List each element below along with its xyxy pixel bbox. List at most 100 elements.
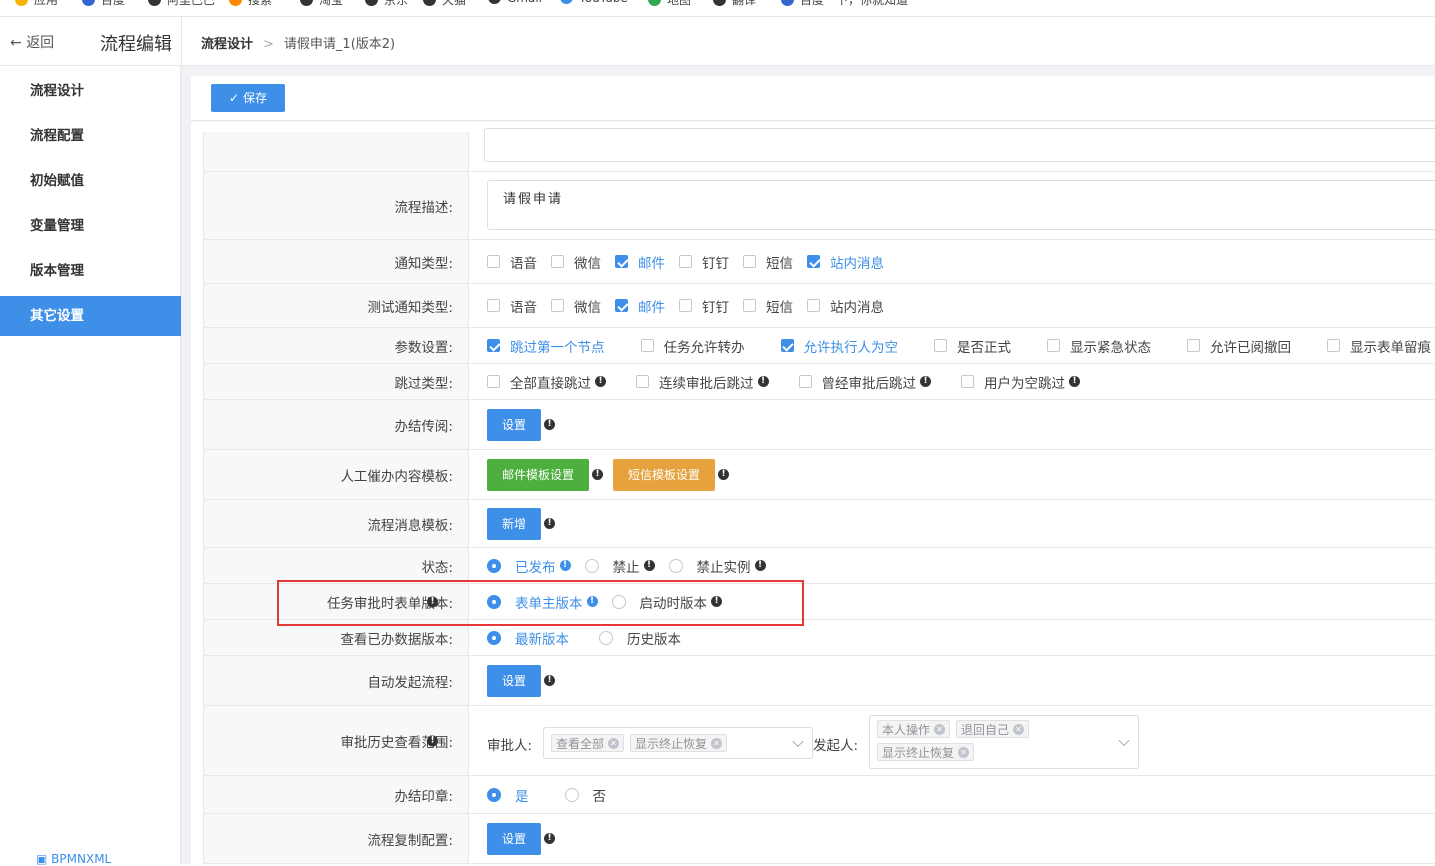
checkbox-option[interactable]: 短信 bbox=[743, 296, 793, 316]
info-icon[interactable]: ! bbox=[920, 376, 931, 387]
checkbox[interactable] bbox=[615, 255, 628, 268]
radio[interactable] bbox=[599, 630, 613, 645]
checkbox-option[interactable]: 站内消息 bbox=[807, 296, 884, 316]
checkbox-option[interactable]: 语音 bbox=[487, 252, 537, 272]
info-icon[interactable]: ! bbox=[718, 469, 730, 480]
checkbox-option[interactable]: 显示紧急状态 bbox=[1047, 336, 1151, 356]
info-icon[interactable]: ! bbox=[757, 376, 769, 387]
checkbox-option[interactable]: 站内消息 bbox=[807, 252, 884, 272]
bookmark-item[interactable]: 应用 bbox=[15, 0, 58, 8]
checkbox[interactable] bbox=[1327, 339, 1340, 352]
auto-start-settings-button[interactable]: 设置 bbox=[487, 664, 542, 697]
checkbox-option[interactable]: 连续审批后跳过! bbox=[636, 372, 769, 392]
back-button[interactable]: ← 返回 bbox=[10, 32, 54, 52]
radio-option[interactable]: 禁止实例! bbox=[668, 556, 766, 576]
radio[interactable] bbox=[564, 787, 579, 802]
checkbox[interactable] bbox=[551, 255, 564, 268]
checkbox-option[interactable]: 允许执行人为空 bbox=[780, 336, 898, 356]
bookmark-item[interactable]: 搜索 bbox=[229, 0, 272, 8]
sidebar-item[interactable]: 流程配置 bbox=[0, 116, 181, 156]
checkbox-option[interactable]: 邮件 bbox=[615, 252, 665, 272]
info-icon[interactable]: ! bbox=[559, 560, 571, 571]
sidebar-item[interactable]: 变量管理 bbox=[0, 206, 181, 246]
checkbox-option[interactable]: 钉钉 bbox=[679, 296, 729, 316]
checkbox[interactable] bbox=[780, 339, 794, 352]
bookmark-item[interactable]: 淘宝 bbox=[300, 0, 343, 8]
chevron-down-icon[interactable] bbox=[792, 735, 804, 748]
info-icon[interactable]: ! bbox=[427, 735, 438, 746]
checkbox-option[interactable]: 全部直接跳过! bbox=[487, 372, 606, 392]
info-icon[interactable]: ! bbox=[1069, 376, 1080, 387]
sidebar-item[interactable]: 流程设计 bbox=[0, 71, 181, 111]
bookmark-item[interactable]: 天猫 bbox=[423, 0, 466, 8]
initiator-select[interactable]: 本人操作 ✕ 退回自己 ✕ 显示终止恢复 ✕ bbox=[869, 715, 1139, 769]
radio-option[interactable]: 是 bbox=[487, 785, 529, 805]
checkbox[interactable] bbox=[615, 299, 628, 312]
bookmark-item[interactable]: 京东 bbox=[365, 0, 408, 8]
save-button[interactable]: ✓ 保存 bbox=[211, 84, 285, 112]
radio-option[interactable]: 历史版本 bbox=[599, 628, 681, 648]
bookmark-item[interactable]: YouTube bbox=[560, 0, 628, 5]
bookmark-item[interactable]: 翻译 bbox=[713, 0, 756, 8]
radio[interactable] bbox=[487, 630, 501, 645]
radio[interactable] bbox=[668, 558, 683, 573]
description-textarea[interactable]: 请假申请 bbox=[487, 180, 1435, 230]
circulate-settings-button[interactable]: 设置 bbox=[487, 408, 542, 441]
checkbox-option[interactable]: 用户为空跳过! bbox=[961, 372, 1080, 392]
radio[interactable] bbox=[584, 558, 599, 573]
close-icon[interactable]: ✕ bbox=[711, 737, 723, 749]
checkbox[interactable] bbox=[487, 255, 500, 268]
info-icon[interactable]: ! bbox=[595, 376, 606, 387]
info-icon[interactable]: ! bbox=[544, 419, 556, 430]
add-message-template-button[interactable]: 新增 bbox=[487, 507, 542, 540]
sidebar-item[interactable]: 初始赋值 bbox=[0, 161, 181, 201]
checkbox[interactable] bbox=[679, 299, 692, 312]
breadcrumb-root[interactable]: 流程设计 bbox=[201, 37, 253, 52]
bookmark-item[interactable]: 百度一下，你就知道 bbox=[781, 0, 908, 8]
checkbox-option[interactable]: 任务允许转办 bbox=[640, 336, 745, 356]
checkbox-option[interactable]: 语音 bbox=[487, 296, 537, 316]
radio[interactable] bbox=[487, 787, 501, 802]
checkbox[interactable] bbox=[1047, 339, 1060, 352]
radio-option[interactable]: 已发布! bbox=[487, 556, 571, 576]
radio[interactable] bbox=[487, 558, 501, 573]
info-icon[interactable]: ! bbox=[754, 560, 766, 571]
sms-template-button[interactable]: 短信模板设置 bbox=[613, 458, 716, 491]
close-icon[interactable]: ✕ bbox=[608, 737, 620, 749]
checkbox-option[interactable]: 跳过第一个节点 bbox=[487, 336, 605, 356]
bookmark-item[interactable]: 百度 bbox=[82, 0, 125, 8]
checkbox-option[interactable]: 显示表单留痕 bbox=[1327, 336, 1431, 356]
checkbox[interactable] bbox=[961, 375, 974, 388]
radio-option[interactable]: 最新版本 bbox=[487, 628, 569, 648]
close-icon[interactable]: ✕ bbox=[1013, 723, 1025, 735]
chevron-down-icon[interactable] bbox=[1118, 734, 1130, 747]
checkbox[interactable] bbox=[487, 299, 500, 312]
checkbox[interactable] bbox=[636, 375, 649, 388]
checkbox-option[interactable]: 允许已阅撤回 bbox=[1187, 336, 1291, 356]
close-icon[interactable]: ✕ bbox=[958, 746, 970, 758]
checkbox[interactable] bbox=[743, 299, 756, 312]
checkbox[interactable] bbox=[551, 299, 564, 312]
info-icon[interactable]: ! bbox=[544, 518, 556, 529]
checkbox-option[interactable]: 微信 bbox=[551, 296, 601, 316]
approver-select[interactable]: 查看全部 ✕ 显示终止恢复 ✕ bbox=[543, 727, 813, 759]
checkbox[interactable] bbox=[1187, 339, 1200, 352]
bookmark-item[interactable]: Gmail bbox=[488, 0, 542, 5]
checkbox[interactable] bbox=[640, 339, 654, 352]
sidebar-item[interactable]: 版本管理 bbox=[0, 251, 181, 291]
checkbox-option[interactable]: 曾经审批后跳过! bbox=[798, 372, 931, 392]
checkbox-option[interactable]: 邮件 bbox=[615, 296, 665, 316]
copy-config-settings-button[interactable]: 设置 bbox=[487, 822, 542, 855]
checkbox[interactable] bbox=[798, 375, 812, 388]
info-icon[interactable]: ! bbox=[643, 560, 655, 571]
checkbox-option[interactable]: 微信 bbox=[551, 252, 601, 272]
checkbox[interactable] bbox=[679, 255, 692, 268]
info-icon[interactable]: ! bbox=[592, 469, 604, 480]
close-icon[interactable]: ✕ bbox=[934, 723, 946, 735]
bookmark-item[interactable]: 阿里巴巴 bbox=[148, 0, 215, 8]
radio-option[interactable]: 否 bbox=[564, 785, 606, 805]
bookmark-item[interactable]: 地图 bbox=[648, 0, 691, 8]
checkbox-option[interactable]: 钉钉 bbox=[679, 252, 729, 272]
checkbox[interactable] bbox=[487, 339, 500, 352]
checkbox-option[interactable]: 是否正式 bbox=[934, 336, 1011, 356]
